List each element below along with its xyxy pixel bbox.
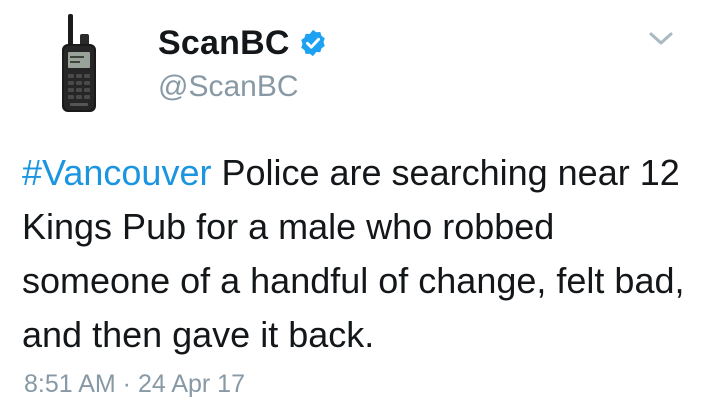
- hashtag-link[interactable]: #Vancouver: [22, 152, 211, 193]
- avatar[interactable]: [22, 12, 132, 122]
- chevron-down-icon[interactable]: [646, 28, 676, 50]
- tweet-header: ScanBC @ScanBC: [158, 22, 328, 104]
- tweet-card: ScanBC @ScanBC #Vancouver Police are sea…: [0, 0, 720, 420]
- radio-scanner-icon: [62, 14, 96, 112]
- tweet-text: #Vancouver Police are searching near 12 …: [22, 146, 702, 362]
- timestamp[interactable]: 8:51 AM · 24 Apr 17: [24, 370, 245, 399]
- display-name[interactable]: ScanBC: [158, 24, 290, 63]
- verified-badge-icon: [300, 29, 325, 57]
- handle[interactable]: @ScanBC: [158, 70, 328, 104]
- name-row: ScanBC: [158, 22, 328, 64]
